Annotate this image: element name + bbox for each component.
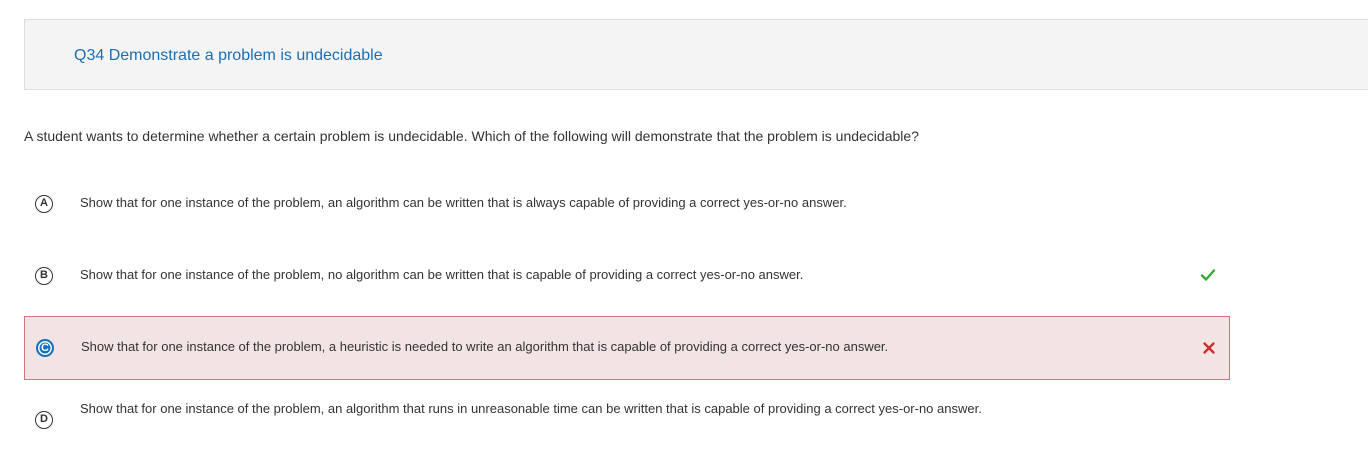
- option-text: Show that for one instance of the proble…: [80, 195, 847, 210]
- option-letter-badge: D: [35, 411, 53, 429]
- option-letter-badge: A: [35, 195, 53, 213]
- checkmark-icon: [1200, 269, 1216, 281]
- x-icon: [1203, 342, 1215, 354]
- answer-option-c[interactable]: C Show that for one instance of the prob…: [24, 316, 1230, 380]
- question-prompt: A student wants to determine whether a c…: [24, 128, 919, 144]
- answer-option-b[interactable]: B Show that for one instance of the prob…: [24, 257, 1230, 293]
- option-letter-badge-selected: C: [36, 339, 54, 357]
- option-text: Show that for one instance of the proble…: [80, 401, 982, 416]
- question-title: Q34 Demonstrate a problem is undecidable: [74, 47, 383, 64]
- question-header: Q34 Demonstrate a problem is undecidable: [24, 19, 1368, 90]
- question-page: Q34 Demonstrate a problem is undecidable…: [0, 0, 1368, 463]
- option-text: Show that for one instance of the proble…: [80, 267, 804, 282]
- option-letter-badge: B: [35, 267, 53, 285]
- answer-option-d[interactable]: D Show that for one instance of the prob…: [24, 398, 1230, 442]
- answer-option-a[interactable]: A Show that for one instance of the prob…: [24, 186, 1230, 222]
- option-text: Show that for one instance of the proble…: [81, 339, 889, 354]
